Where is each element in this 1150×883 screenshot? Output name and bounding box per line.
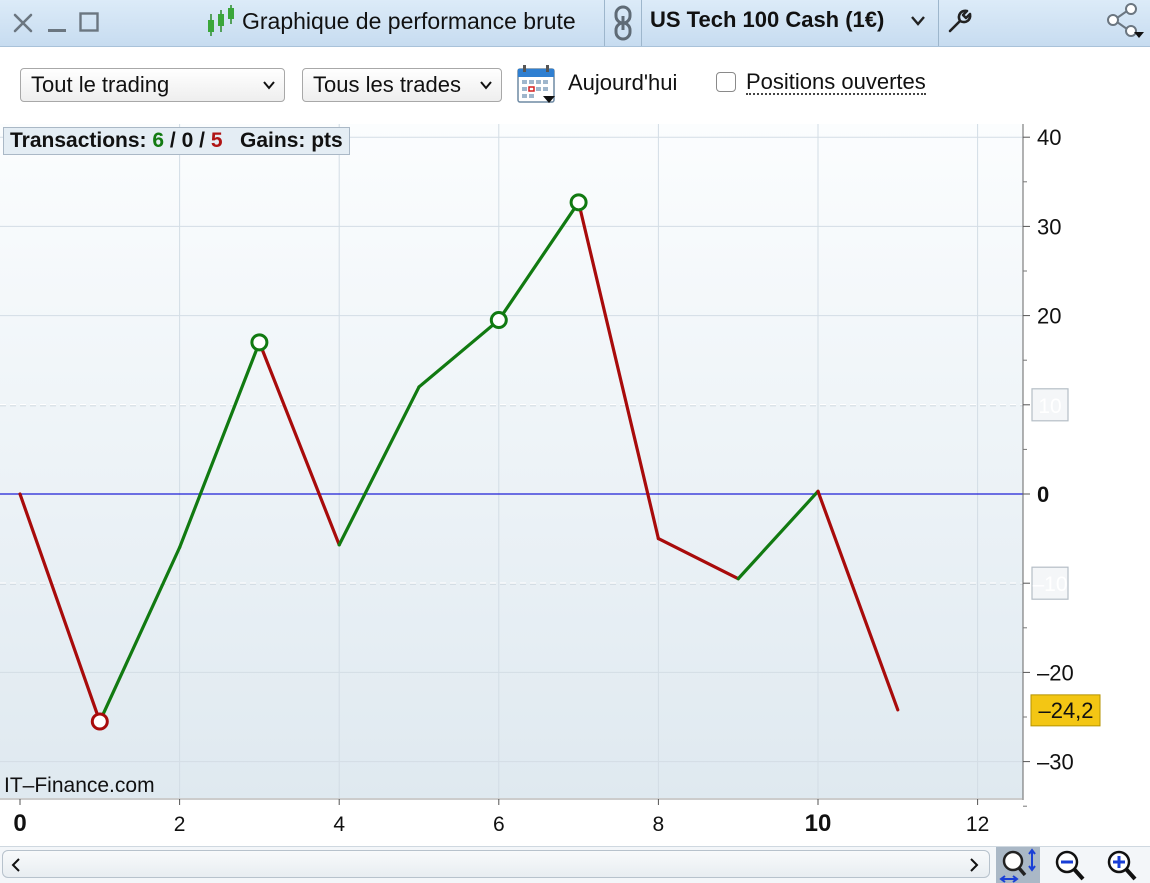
y-tick-label: –30 <box>1037 750 1074 775</box>
separator: / <box>169 129 176 152</box>
open-positions-label[interactable]: Positions ouvertes <box>746 71 926 95</box>
filter-toolbar: Tout le trading Tous les trades Aujourd'… <box>0 47 1150 124</box>
scroll-right-icon[interactable] <box>969 858 979 872</box>
calendar-icon[interactable] <box>517 65 559 105</box>
bottom-bar <box>0 846 1150 883</box>
gains-label: Gains: <box>240 129 306 152</box>
x-tick-label: 12 <box>966 813 989 836</box>
open-positions-checkbox[interactable] <box>716 72 736 92</box>
plot-area <box>0 124 1023 798</box>
trades-select-value: Tous les trades <box>313 72 461 97</box>
watermark-text: IT–Finance.com <box>4 774 155 797</box>
minimize-icon[interactable] <box>46 12 68 34</box>
data-point-marker <box>90 712 109 731</box>
data-point-marker <box>489 311 508 330</box>
wrench-icon[interactable] <box>946 7 974 35</box>
transactions-label: Transactions: <box>10 129 147 152</box>
x-tick-label: 4 <box>333 813 345 836</box>
x-tick-label: 6 <box>493 813 505 836</box>
candlestick-icon <box>208 5 234 36</box>
level-label: –10 <box>1032 573 1067 596</box>
y-tick-label: 40 <box>1037 125 1061 150</box>
x-tick-label: 8 <box>653 813 665 836</box>
maximize-icon[interactable] <box>78 11 100 33</box>
losses-count: 5 <box>210 129 223 152</box>
link-icon[interactable] <box>612 4 634 42</box>
x-tick-label: 10 <box>805 810 832 837</box>
window-title: Graphique de performance brute <box>242 8 576 34</box>
scroll-left-icon[interactable] <box>11 858 21 872</box>
chevron-down-icon <box>480 81 492 90</box>
zoom-out-icon[interactable] <box>1050 847 1094 883</box>
zoom-in-icon[interactable] <box>1102 847 1146 883</box>
chevron-down-icon[interactable] <box>910 14 926 28</box>
y-tick-label: –20 <box>1037 660 1074 685</box>
data-point-marker <box>250 333 269 352</box>
scope-select-value: Tout le trading <box>31 72 170 97</box>
zoom-fit-icon[interactable] <box>996 847 1040 883</box>
trades-select[interactable]: Tous les trades <box>302 68 502 102</box>
gains-unit: pts <box>311 129 343 152</box>
scope-select[interactable]: Tout le trading <box>20 68 285 102</box>
x-tick-label: 2 <box>174 813 186 836</box>
y-tick-label: 20 <box>1037 304 1061 329</box>
separator: / <box>199 129 205 152</box>
performance-chart[interactable]: 10 –10 40 30 20 0 –20 –30 –24,2 0 2 4 6 8 10 12 Transac… <box>0 124 1150 846</box>
neutral-count: 0 <box>181 129 194 152</box>
level-label: 10 <box>1038 395 1061 418</box>
chart-canvas[interactable]: 10 –10 40 30 20 0 –20 –30 –24,2 0 2 4 6 8 10 12 <box>0 124 1150 846</box>
title-bar: Graphique de performance brute US Tech 1… <box>0 0 1150 47</box>
x-tick-label: 0 <box>13 810 26 837</box>
transactions-summary: Transactions: 6 / 0 / 5 Gains: pts <box>3 127 350 155</box>
chevron-down-icon <box>263 81 275 90</box>
horizontal-scrollbar[interactable] <box>2 850 990 878</box>
y-tick-label: 30 <box>1037 214 1061 239</box>
instrument-selector[interactable]: US Tech 100 Cash (1€) <box>650 7 884 33</box>
wins-count: 6 <box>152 129 165 152</box>
close-icon[interactable] <box>12 12 34 34</box>
data-point-marker <box>569 193 588 212</box>
share-icon[interactable] <box>1104 2 1148 42</box>
last-value-label: –24,2 <box>1038 698 1093 723</box>
today-label[interactable]: Aujourd'hui <box>568 70 677 96</box>
y-tick-label: 0 <box>1037 482 1049 507</box>
